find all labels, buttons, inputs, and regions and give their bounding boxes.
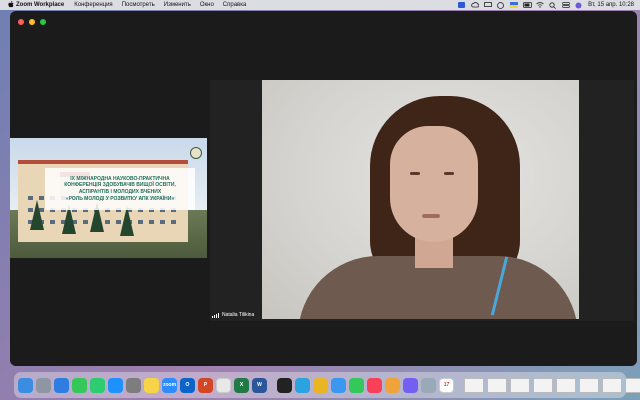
participant-mouth: [422, 214, 440, 218]
launchpad-icon[interactable]: [36, 377, 51, 393]
tree: [120, 206, 134, 236]
minimized-window-thumbnail[interactable]: [625, 377, 640, 393]
minimized-window-thumbnail[interactable]: [556, 377, 576, 393]
minimized-window-thumbnail[interactable]: [602, 377, 622, 393]
conference-title-box: IX МІЖНАРОДНА НАУКОВО-ПРАКТИЧНА КОНФЕРЕН…: [45, 168, 195, 210]
chat-icon[interactable]: [349, 377, 364, 393]
tree: [30, 200, 44, 230]
minimize-window-button[interactable]: [29, 19, 35, 25]
zoom-meeting-window: IX МІЖНАРОДНА НАУКОВО-ПРАКТИЧНА КОНФЕРЕН…: [10, 11, 637, 366]
outlook-glyph: O: [185, 382, 190, 388]
control-center-icon[interactable]: [562, 2, 571, 8]
telegram-icon[interactable]: [295, 377, 310, 393]
conference-title-line: КОНФЕРЕНЦІЯ ЗДОБУВАЧІВ ВИЩОЇ ОСВІТИ,: [64, 182, 176, 189]
chrome-icon[interactable]: [313, 377, 328, 393]
apple-icon[interactable]: [6, 0, 16, 10]
safari-icon[interactable]: [54, 377, 69, 393]
minimized-window-thumbnail[interactable]: [464, 377, 484, 393]
zoom-status-icon[interactable]: [458, 2, 466, 8]
calendar-glyph: 17: [443, 382, 450, 388]
facetime-icon[interactable]: [90, 377, 105, 393]
minimized-window-thumbnail[interactable]: [487, 377, 507, 393]
menu-edit[interactable]: Изменить: [164, 2, 191, 8]
minimized-window-thumbnail[interactable]: [533, 377, 553, 393]
notes-icon[interactable]: [144, 377, 159, 393]
office-icon[interactable]: [216, 377, 231, 393]
status-area: Вт, 15 апр. 10:28: [458, 2, 634, 9]
participant-eye: [444, 172, 454, 175]
messages-icon[interactable]: [72, 377, 87, 393]
mail-icon[interactable]: [331, 377, 346, 393]
photos-icon[interactable]: [385, 377, 400, 393]
terminal-icon[interactable]: [277, 377, 292, 393]
outlook-icon[interactable]: O: [180, 377, 195, 393]
viber-icon[interactable]: [403, 377, 418, 393]
preview-icon[interactable]: [421, 377, 436, 393]
participant-video: [262, 80, 579, 319]
app-store-icon[interactable]: [108, 377, 123, 393]
participant-face: [390, 126, 478, 242]
search-icon[interactable]: [549, 2, 557, 9]
minimized-window-thumbnail[interactable]: [510, 377, 530, 393]
dock: zoom O P X W 17: [14, 372, 640, 398]
menu-view[interactable]: Посмотреть: [122, 2, 155, 8]
settings-icon[interactable]: [126, 377, 141, 393]
shared-slide[interactable]: IX МІЖНАРОДНА НАУКОВО-ПРАКТИЧНА КОНФЕРЕН…: [10, 138, 207, 258]
word-icon[interactable]: W: [252, 377, 267, 393]
excel-icon[interactable]: X: [234, 377, 249, 393]
clock[interactable]: Вт, 15 апр. 10:28: [588, 2, 634, 8]
music-icon[interactable]: [367, 377, 382, 393]
menu-window[interactable]: Окно: [200, 2, 214, 8]
conference-title-line: «РОЛЬ МОЛОДІ У РОЗВИТКУ АПК УКРАЇНИ»: [65, 195, 175, 202]
app-name-menu[interactable]: Zoom Workplace: [16, 2, 64, 8]
participant-name-label: Natalia Tilikina: [212, 312, 254, 318]
app-menus: Zoom Workplace Конференция Посмотреть Из…: [16, 2, 255, 8]
display-icon[interactable]: [484, 2, 493, 8]
window-controls: [18, 19, 46, 25]
menu-bar: Zoom Workplace Конференция Посмотреть Из…: [0, 0, 640, 10]
excel-glyph: X: [239, 382, 244, 388]
word-glyph: W: [257, 382, 262, 388]
siri-icon[interactable]: [575, 2, 582, 9]
wifi-icon[interactable]: [536, 2, 544, 8]
cloud-icon[interactable]: [471, 2, 480, 8]
menu-help[interactable]: Справка: [223, 2, 247, 8]
calendar-icon[interactable]: 17: [439, 377, 454, 393]
participant-video-tile[interactable]: Natalia Tilikina: [210, 80, 634, 321]
battery-icon[interactable]: [523, 2, 533, 8]
zoom-glyph: zoom: [162, 382, 177, 388]
zoom-icon[interactable]: zoom: [162, 377, 177, 393]
minimized-window-thumbnail[interactable]: [579, 377, 599, 393]
close-window-button[interactable]: [18, 19, 24, 25]
zoom-window-button[interactable]: [40, 19, 46, 25]
participant-name: Natalia Tilikina: [222, 312, 255, 318]
participant-eye: [410, 172, 420, 175]
powerpoint-glyph: P: [203, 382, 208, 388]
university-logo: [190, 147, 202, 159]
connection-signal-icon: [212, 312, 219, 318]
conference-title-line: АСПІРАНТІВ І МОЛОДИХ ВЧЕНИХ: [78, 189, 162, 195]
keyboard-layout-icon[interactable]: [510, 2, 519, 8]
menu-conference[interactable]: Конференция: [74, 2, 112, 8]
powerpoint-icon[interactable]: P: [198, 377, 213, 393]
viber-status-icon[interactable]: [497, 2, 505, 9]
finder-icon[interactable]: [18, 377, 33, 393]
